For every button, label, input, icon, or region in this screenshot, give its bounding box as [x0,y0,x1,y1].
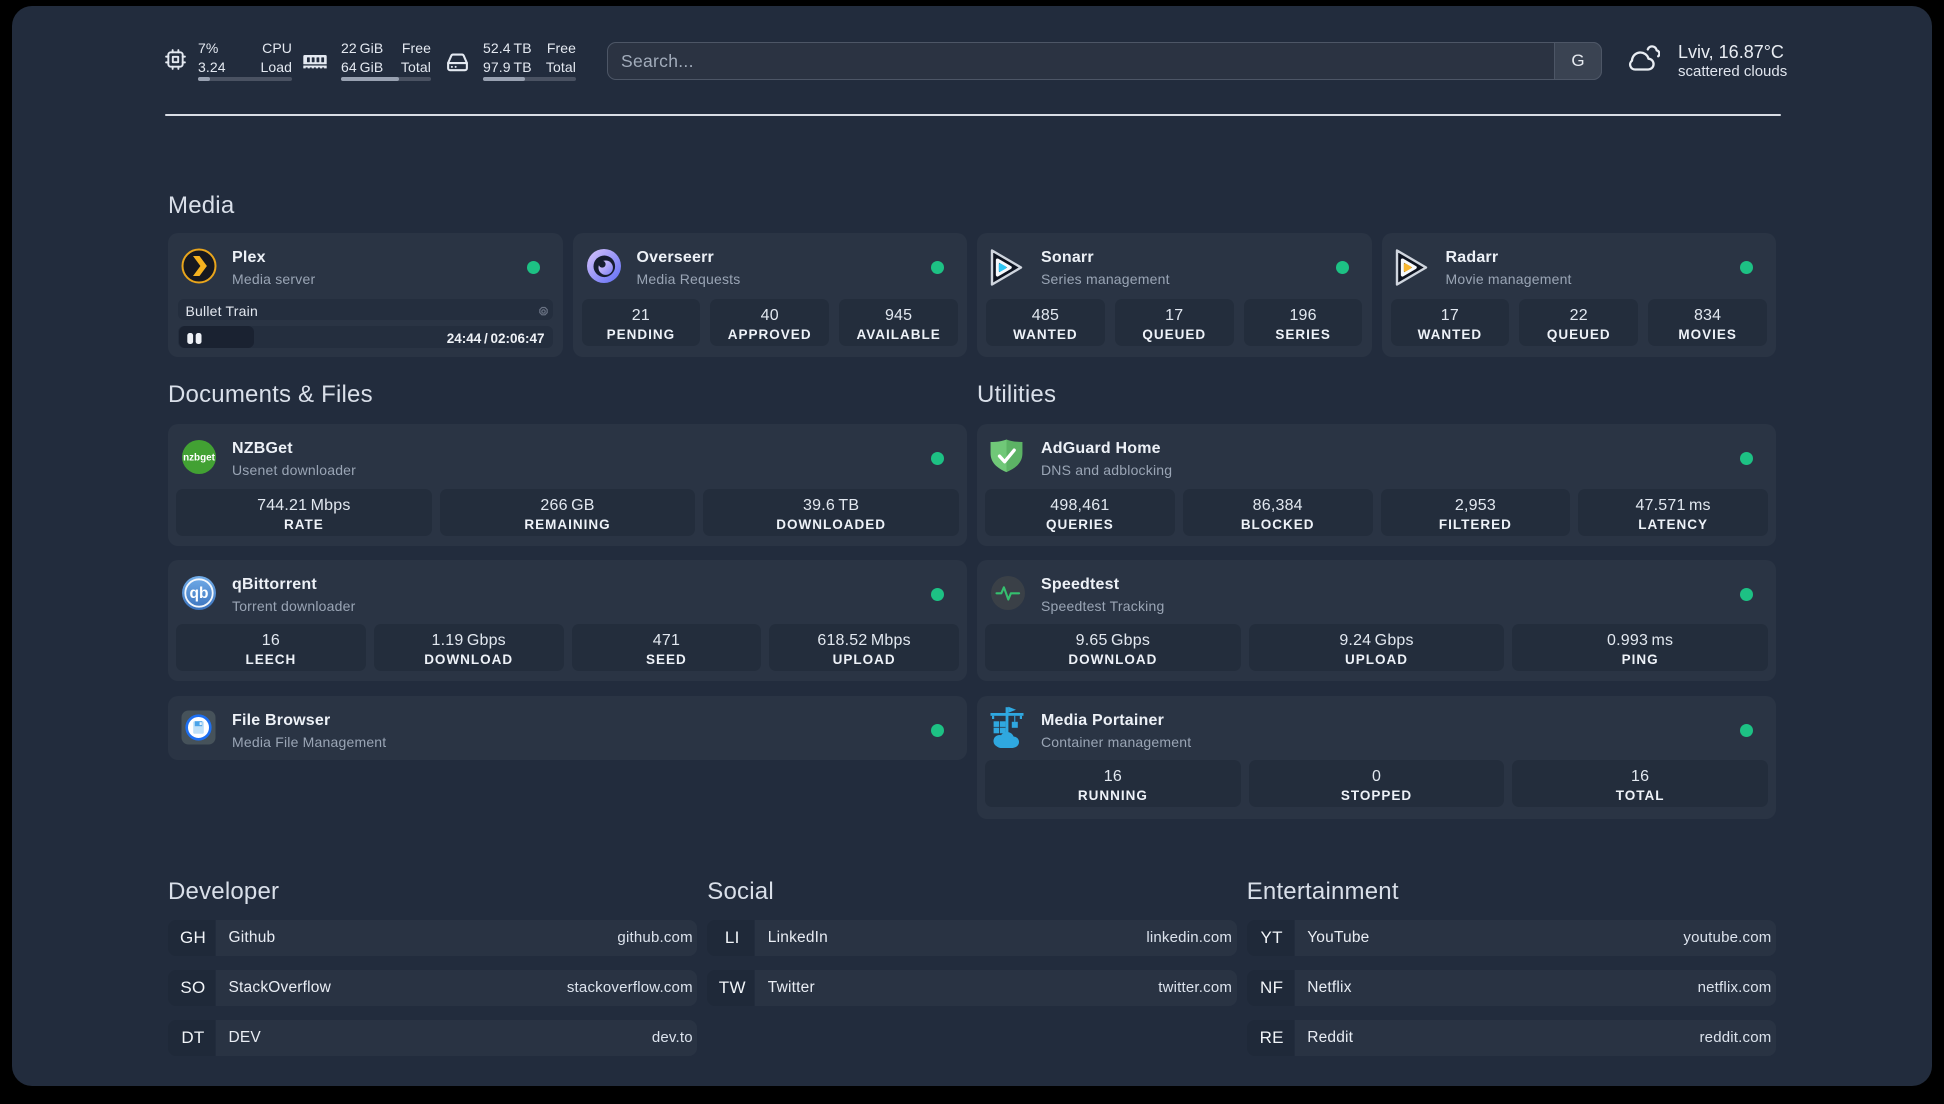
svg-text:nzbget: nzbget [183,452,216,463]
svg-text:qb: qb [190,585,209,602]
